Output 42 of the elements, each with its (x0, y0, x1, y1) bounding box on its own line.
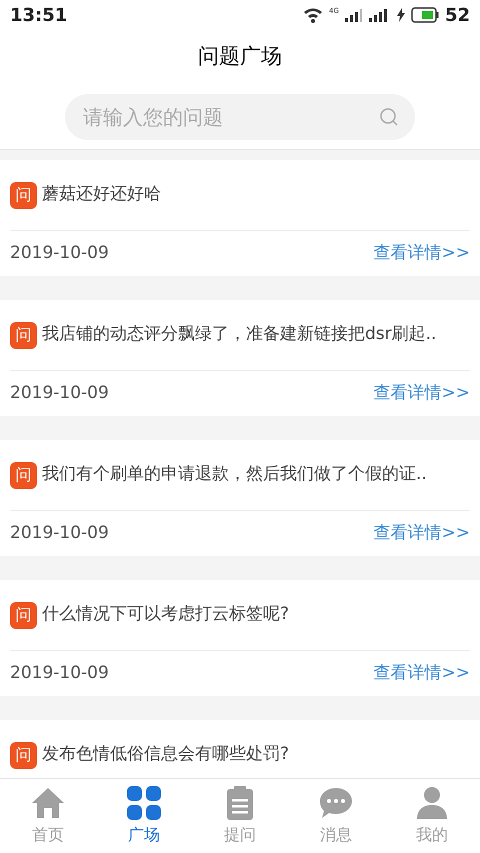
chat-bubble-icon (319, 787, 353, 819)
question-text: 我店铺的动态评分飘绿了，准备建新链接把dsr刷起.. (42, 323, 436, 346)
question-date: 2019-10-09 (10, 662, 109, 685)
nav-tab[interactable]: 首页 (0, 779, 96, 853)
details-link[interactable]: 查看详情>> (374, 240, 470, 266)
search-icon[interactable] (379, 107, 399, 127)
home-icon (31, 787, 65, 819)
clipboard-icon (227, 786, 253, 820)
details-link[interactable]: 查看详情>> (374, 380, 470, 406)
details-link[interactable]: 查看详情>> (374, 520, 470, 546)
question-card[interactable]: 问 什么情况下可以考虑打云标签呢? 2019-10-09 查看详情>> (0, 580, 480, 696)
question-text: 我们有个刷单的申请退款，然后我们做了个假的证.. (42, 463, 427, 486)
question-badge: 问 (10, 462, 37, 488)
question-badge: 问 (10, 602, 37, 628)
question-card[interactable]: 问 我店铺的动态评分飘绿了，准备建新链接把dsr刷起.. 2019-10-09 查看详情>> (0, 300, 480, 416)
question-badge: 问 (10, 182, 37, 208)
status-time: 13:51 (10, 4, 68, 28)
charging-icon (396, 8, 405, 22)
question-card[interactable]: 问 发布色情低俗信息会有哪些处罚? (0, 720, 480, 778)
question-date: 2019-10-09 (10, 242, 109, 265)
search-field[interactable]: 请输入您的问题 (65, 94, 415, 140)
battery-icon (410, 7, 439, 23)
nav-tab[interactable]: 提问 (192, 779, 288, 853)
question-card[interactable]: 问 我们有个刷单的申请退款，然后我们做了个假的证.. 2019-10-09 查看详情>> (0, 440, 480, 556)
question-date: 2019-10-09 (10, 382, 109, 405)
wifi-icon (303, 7, 324, 23)
question-badge: 问 (10, 322, 37, 348)
question-date: 2019-10-09 (10, 522, 109, 545)
battery-level: 52 (444, 4, 470, 28)
nav-tab[interactable]: 我的 (384, 779, 480, 853)
question-badge: 问 (10, 742, 37, 768)
person-icon (417, 787, 447, 819)
question-text: 发布色情低俗信息会有哪些处罚? (42, 743, 290, 766)
signal-icon (344, 8, 363, 22)
question-card[interactable]: 问 蘑菇还好还好哈 2019-10-09 查看详情>> (0, 160, 480, 276)
question-text: 蘑菇还好还好哈 (42, 183, 161, 206)
nav-tab[interactable]: 广场 (96, 779, 192, 853)
grid-icon (127, 786, 161, 820)
nav-tab[interactable]: 消息 (288, 779, 384, 853)
details-link[interactable]: 查看详情>> (374, 660, 470, 686)
question-text: 什么情况下可以考虑打云标签呢? (42, 603, 290, 626)
page-title: 问题广场 (198, 43, 282, 70)
